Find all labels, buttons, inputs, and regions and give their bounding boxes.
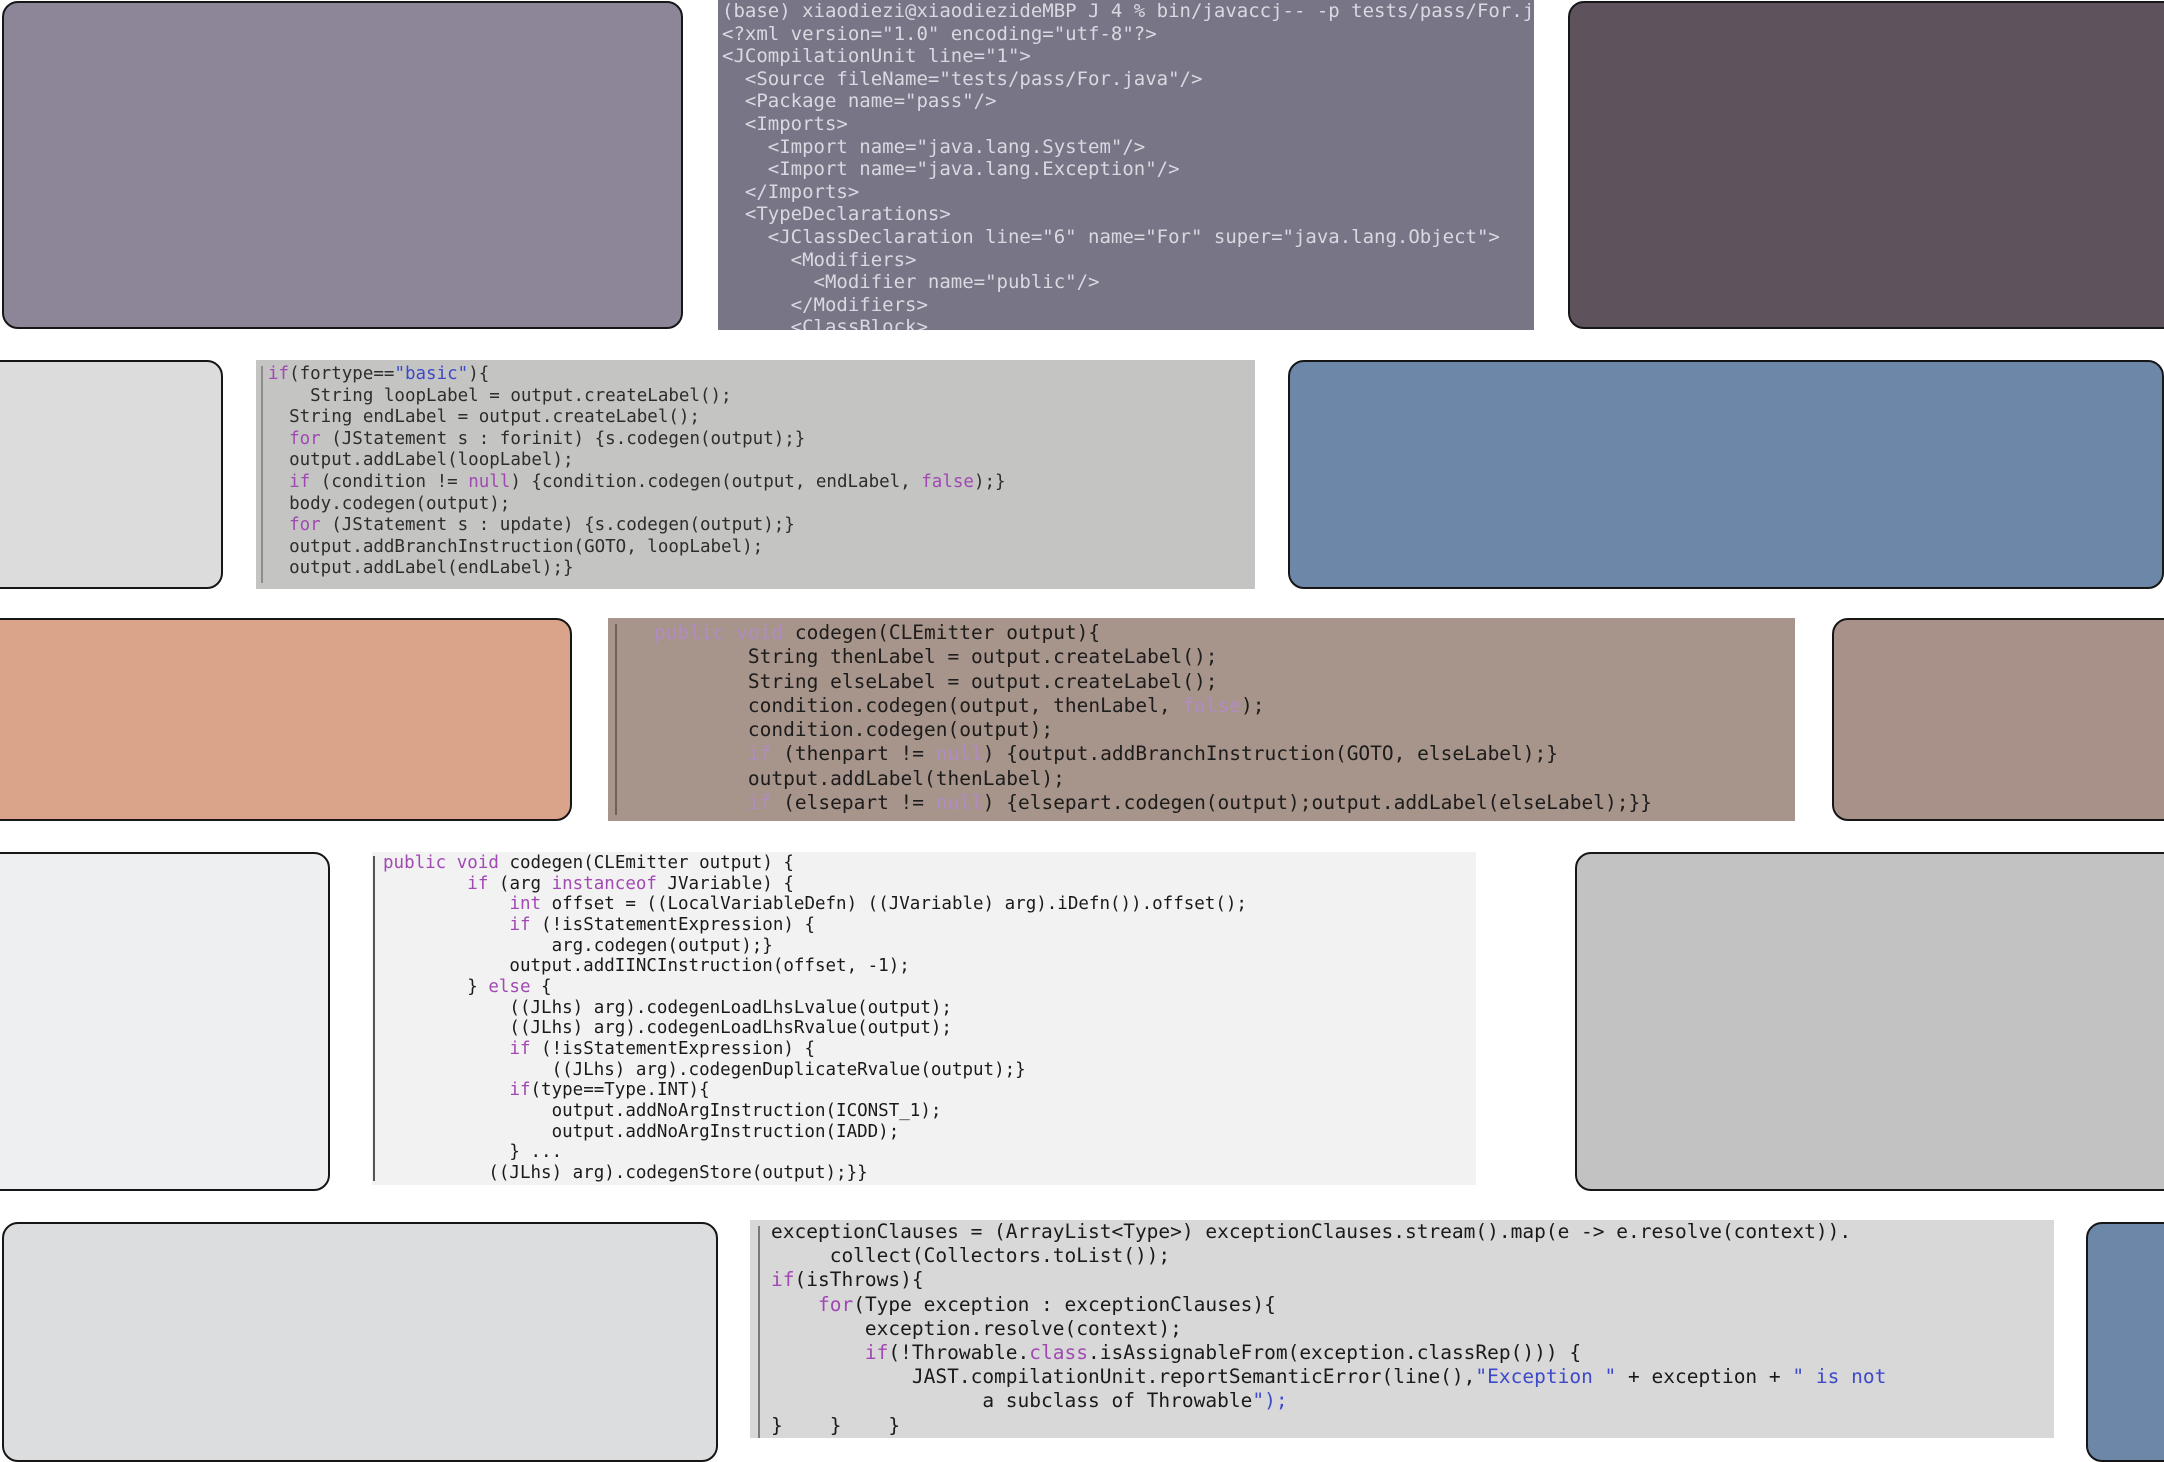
- code-line: String endLabel = output.createLabel();: [268, 407, 700, 428]
- code-line: public void codegen(CLEmitter output) {: [383, 853, 794, 873]
- code-line: ((JLhs) arg).codegenDuplicateRvalue(outp…: [383, 1059, 1026, 1080]
- code-line: </Modifiers>: [722, 293, 928, 316]
- code-line: for(Type exception : exceptionClauses){: [817, 1292, 1276, 1316]
- code-line: if (elsepart != null) {elsepart.codegen(…: [747, 791, 1652, 815]
- code-line: <Imports>: [722, 112, 848, 135]
- code-line: output.addLabel(thenLabel);: [654, 766, 1065, 790]
- panel-r1-right: [1568, 1, 2164, 329]
- code-line: if (!isStatementExpression) {: [509, 914, 815, 935]
- code-line: output.addBranchInstruction(GOTO, loopLa…: [268, 536, 764, 557]
- code-line: public void codegen(CLEmitter output){: [654, 621, 1101, 644]
- code-line: exceptionClauses = (ArrayList<Type>) exc…: [771, 1220, 1852, 1243]
- for-codegen-snippet: if(fortype=="basic"){ String loopLabel =…: [256, 360, 1255, 589]
- code-line: body.codegen(output);: [268, 493, 511, 514]
- code-line: output.addNoArgInstruction(ICONST_1);: [383, 1100, 942, 1121]
- code-line: for (JStatement s : update) {s.codegen(o…: [289, 515, 795, 536]
- terminal-xml-output: (base) xiaodiezi@xiaodiezideMBP J 4 % bi…: [718, 0, 1534, 330]
- code-line: if (condition != null) {condition.codege…: [289, 471, 1006, 492]
- panel-r5-right: [2086, 1222, 2164, 1462]
- code-line: ((JLhs) arg).codegenLoadLhsRvalue(output…: [383, 1018, 952, 1039]
- code-line: String elseLabel = output.createLabel();: [654, 669, 1218, 693]
- code-line: output.addNoArgInstruction(IADD);: [383, 1121, 900, 1142]
- code-line: if(fortype=="basic"){: [268, 364, 490, 384]
- code-line: a subclass of Throwable");: [771, 1389, 1288, 1413]
- code-line: } ...: [383, 1142, 563, 1163]
- code-line: <ClassBlock>: [722, 316, 928, 330]
- code-line: <JCompilationUnit line="1">: [722, 45, 1031, 68]
- panel-r3-left: [0, 618, 572, 821]
- code-line: <JClassDeclaration line="6" name="For" s…: [722, 225, 1500, 248]
- code-line: if (thenpart != null) {output.addBranchI…: [747, 742, 1559, 766]
- code-line: if(type==Type.INT){: [509, 1080, 710, 1101]
- code-line: <Package name="pass"/>: [722, 90, 997, 113]
- code-line: if(isThrows){: [771, 1268, 924, 1292]
- code-line: } } }: [771, 1413, 901, 1437]
- code-line: (base) xiaodiezi@xiaodiezideMBP J 4 % bi…: [722, 0, 1534, 22]
- code-line: if (!isStatementExpression) {: [509, 1038, 815, 1059]
- code-line: <TypeDeclarations>: [722, 203, 951, 226]
- code-line: </Imports>: [722, 180, 860, 203]
- code-line: String loopLabel = output.createLabel();: [268, 385, 732, 406]
- code-line: int offset = ((LocalVariableDefn) ((JVar…: [509, 894, 1247, 915]
- code-line: output.addIINCInstruction(offset, -1);: [383, 956, 910, 977]
- panel-r3-right: [1832, 618, 2164, 821]
- code-line: if (arg instanceof JVariable) {: [467, 873, 794, 894]
- panel-r4-right: [1575, 852, 2164, 1191]
- code-line: String thenLabel = output.createLabel();: [654, 645, 1218, 669]
- increment-codegen-snippet: public void codegen(CLEmitter output) { …: [372, 852, 1476, 1185]
- code-line: if(!Throwable.class.isAssignableFrom(exc…: [864, 1341, 1582, 1365]
- panel-r5-left: [2, 1222, 718, 1462]
- if-codegen-snippet: public void codegen(CLEmitter output){ S…: [608, 618, 1795, 821]
- code-line: condition.codegen(output);: [654, 718, 1054, 742]
- panel-r2-right: [1288, 360, 2164, 589]
- code-line: for (JStatement s : forinit) {s.codegen(…: [289, 428, 806, 449]
- code-line: output.addLabel(loopLabel);: [268, 450, 574, 471]
- panel-r1-left: [2, 1, 683, 329]
- code-line: arg.codegen(output);}: [383, 935, 773, 956]
- code-line: <Modifier name="public"/>: [722, 271, 1100, 294]
- code-line: <Modifiers>: [722, 248, 917, 271]
- code-line: JAST.compilationUnit.reportSemanticError…: [771, 1365, 1887, 1389]
- code-line: collect(Collectors.toList());: [771, 1244, 1171, 1268]
- code-line: <Import name="java.lang.System"/>: [722, 135, 1146, 158]
- panel-r4-left: [0, 852, 330, 1191]
- code-line: condition.codegen(output, thenLabel, fal…: [654, 693, 1265, 717]
- code-line: } else {: [383, 976, 552, 997]
- throws-check-snippet: exceptionClauses = (ArrayList<Type>) exc…: [750, 1220, 2054, 1438]
- code-line: ((JLhs) arg).codegenLoadLhsLvalue(output…: [383, 997, 952, 1018]
- code-line: <?xml version="1.0" encoding="utf-8"?>: [722, 22, 1157, 45]
- code-line: <Source fileName="tests/pass/For.java"/>: [722, 67, 1203, 90]
- panel-r2-left: [0, 360, 223, 589]
- code-line: ((JLhs) arg).codegenStore(output);}}: [383, 1162, 868, 1183]
- code-line: exception.resolve(context);: [771, 1316, 1182, 1340]
- code-line: <Import name="java.lang.Exception"/>: [722, 158, 1180, 181]
- code-line: output.addLabel(endLabel);}: [268, 558, 574, 579]
